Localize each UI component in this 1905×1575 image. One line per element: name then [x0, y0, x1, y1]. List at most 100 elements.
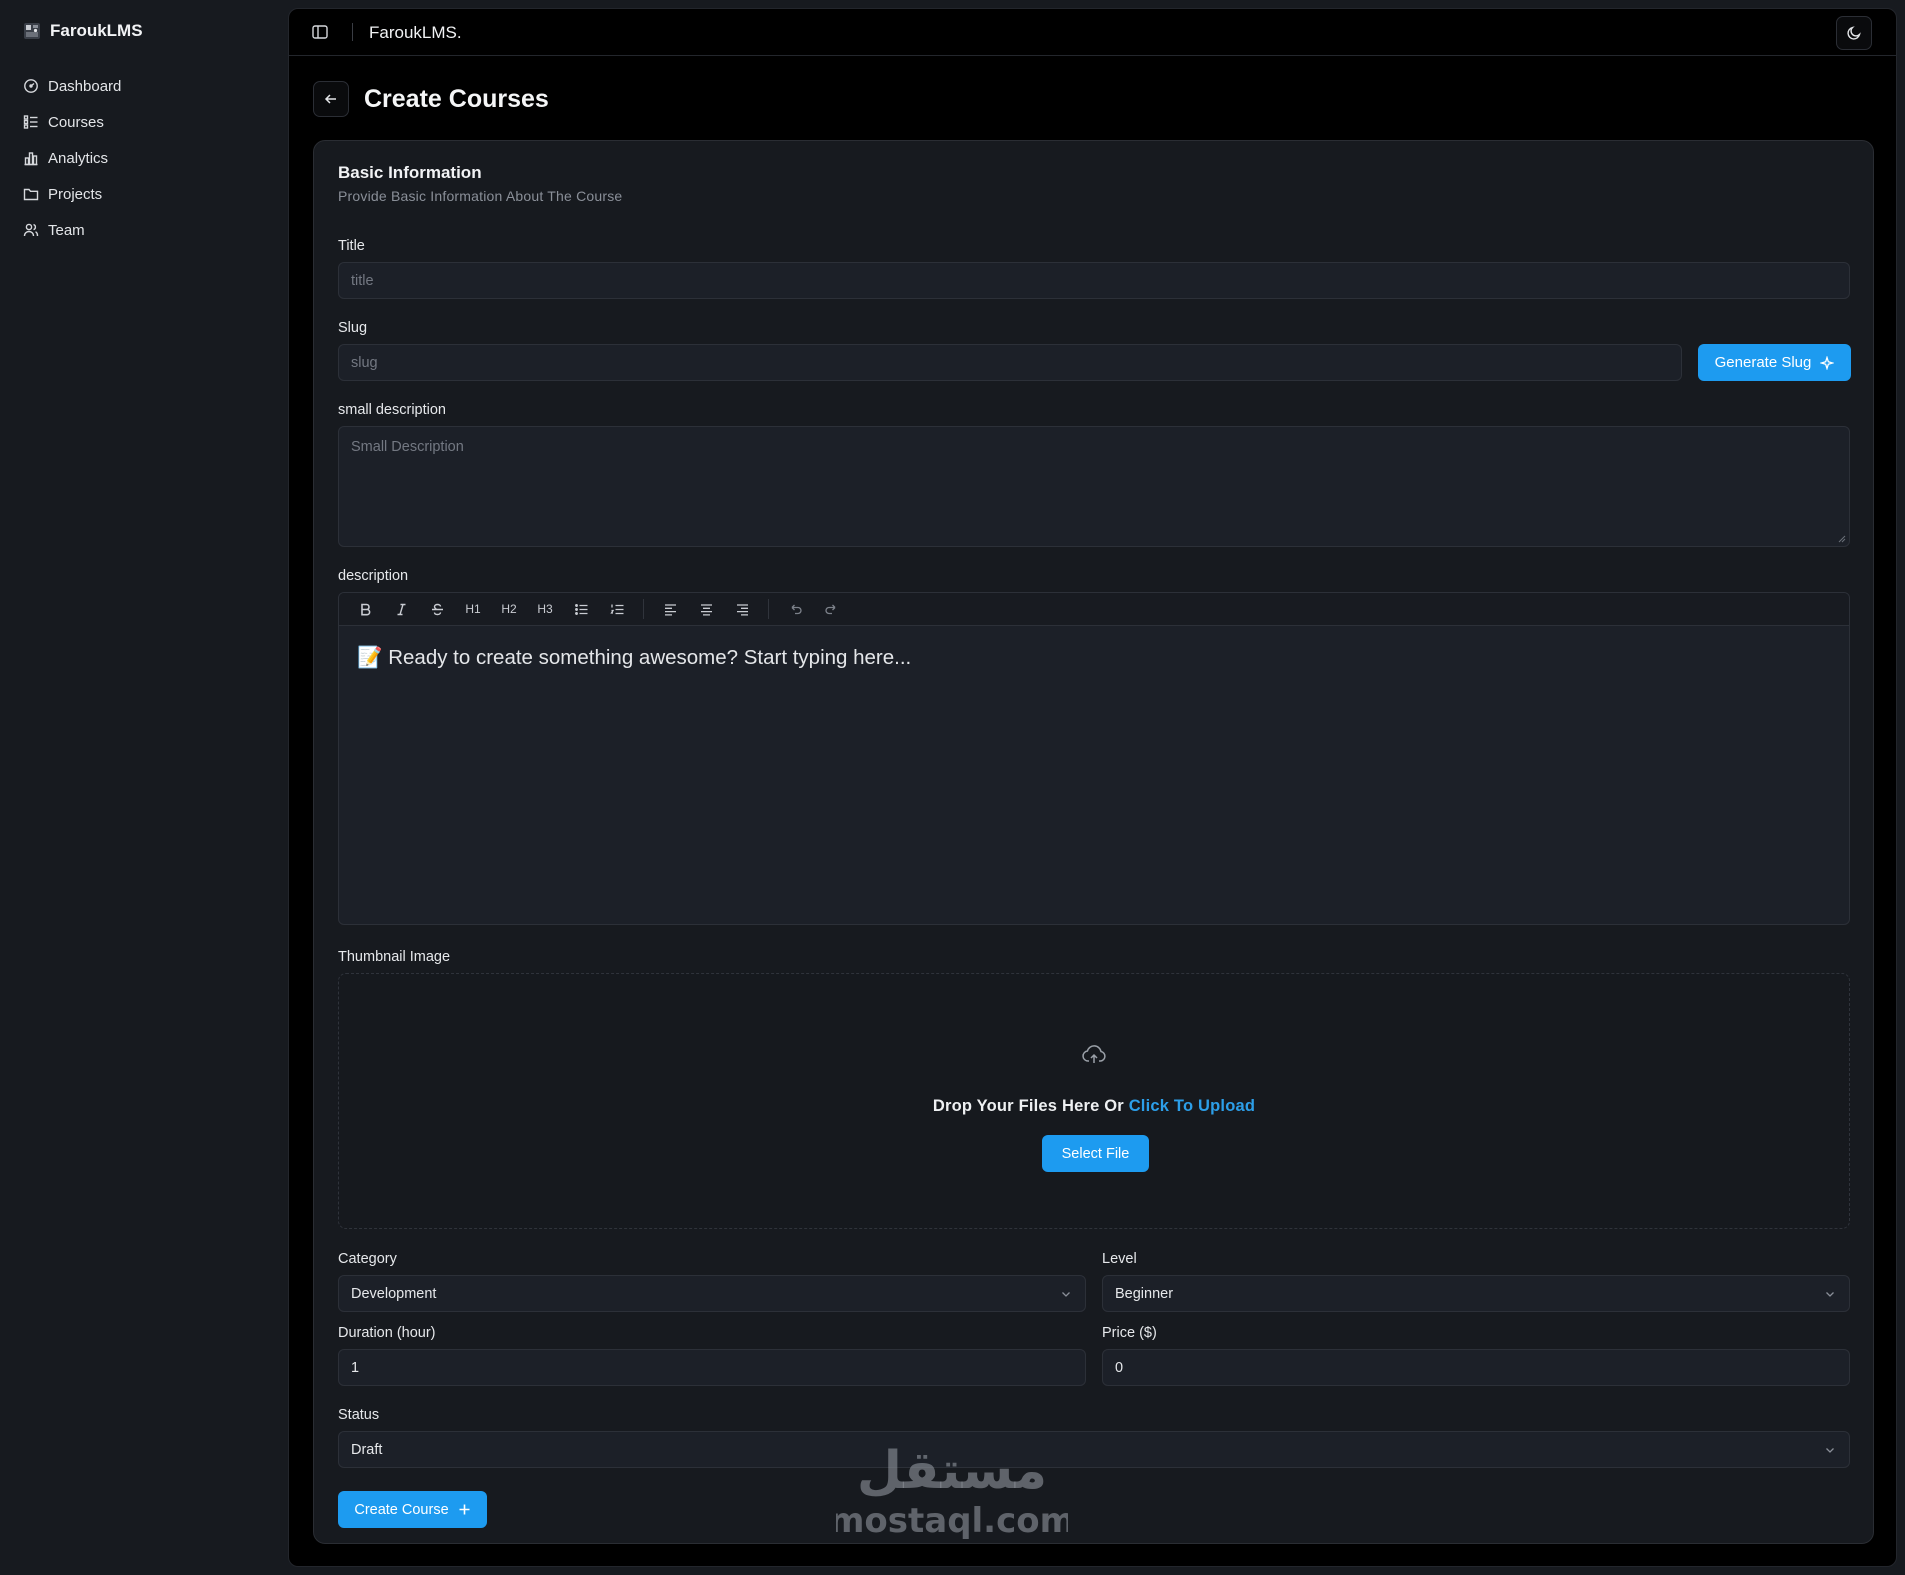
toolbar-divider — [768, 599, 769, 619]
sidebar: FaroukLMS Dashboard Courses Analytics Pr… — [0, 0, 288, 1575]
sidebar-item-dashboard[interactable]: Dashboard — [23, 68, 121, 104]
status-value: Draft — [351, 1441, 383, 1458]
sidebar-item-label: Projects — [48, 185, 103, 203]
align-right-icon — [736, 603, 748, 616]
click-to-upload-link[interactable]: Click To Upload — [1129, 1097, 1255, 1115]
dropzone-text: Drop Your Files Here Or Click To Upload — [339, 1097, 1849, 1116]
category-label: Category — [338, 1251, 397, 1267]
undo-button[interactable] — [777, 596, 813, 622]
chevron-down-icon — [1826, 1291, 1834, 1297]
price-input[interactable]: 0 — [1102, 1349, 1850, 1386]
status-select[interactable]: Draft — [338, 1431, 1850, 1468]
plus-icon — [459, 1504, 470, 1515]
slug-input[interactable]: slug — [338, 344, 1682, 381]
slug-label: Slug — [338, 320, 368, 336]
title-label: Title — [338, 238, 365, 254]
select-file-label: Select File — [1061, 1145, 1130, 1162]
italic-icon — [397, 603, 405, 615]
editor-placeholder: 📝 Ready to create something awesome? Sta… — [357, 646, 912, 669]
page-header: Create Courses — [313, 81, 549, 117]
moon-icon — [1847, 26, 1861, 40]
bold-button[interactable] — [347, 596, 383, 622]
sidebar-item-label: Courses — [48, 113, 104, 131]
heading2-label: H2 — [501, 602, 517, 616]
main-panel: FaroukLMS. Create Courses Basic Informat… — [288, 8, 1897, 1567]
sidebar-item-projects[interactable]: Projects — [23, 176, 121, 212]
heading2-button[interactable]: H2 — [491, 596, 527, 622]
heading1-button[interactable]: H1 — [455, 596, 491, 622]
create-course-label: Create Course — [354, 1501, 449, 1518]
sidebar-item-team[interactable]: Team — [23, 212, 121, 248]
undo-icon — [791, 604, 802, 614]
form-card: Basic Information Provide Basic Informat… — [313, 140, 1874, 1544]
bullet-list-icon — [574, 603, 587, 615]
watermark-arabic: مستقل — [857, 1441, 1047, 1501]
italic-button[interactable] — [383, 596, 419, 622]
topbar-title: FaroukLMS. — [369, 23, 462, 42]
thumbnail-dropzone[interactable]: Drop Your Files Here Or Click To Upload … — [338, 973, 1850, 1229]
bold-icon — [360, 603, 370, 615]
align-right-button[interactable] — [724, 596, 760, 622]
align-left-button[interactable] — [652, 596, 688, 622]
rich-text-editor: H1 H2 H3 📝 Ready to create something awe… — [338, 592, 1850, 925]
users-icon — [23, 223, 39, 237]
topbar: FaroukLMS. — [289, 9, 1896, 56]
category-value: Development — [351, 1285, 437, 1302]
brand-name: FaroukLMS — [50, 21, 143, 40]
thumbnail-label: Thumbnail Image — [338, 949, 451, 965]
level-select[interactable]: Beginner — [1102, 1275, 1850, 1312]
create-course-button[interactable]: Create Course — [338, 1491, 487, 1528]
toolbar-divider — [643, 599, 644, 619]
strikethrough-icon — [431, 603, 443, 615]
strikethrough-button[interactable] — [419, 596, 455, 622]
upload-cloud-icon — [1082, 1045, 1106, 1063]
sidebar-item-analytics[interactable]: Analytics — [23, 140, 121, 176]
arrow-left-icon — [324, 94, 336, 104]
editor-content[interactable]: 📝 Ready to create something awesome? Sta… — [339, 626, 1849, 690]
title-input[interactable]: title — [338, 262, 1850, 299]
chevron-down-icon — [1826, 1447, 1834, 1453]
category-select[interactable]: Development — [338, 1275, 1086, 1312]
description-label: description — [338, 568, 409, 584]
ordered-list-icon — [609, 604, 623, 614]
heading1-label: H1 — [465, 602, 481, 616]
duration-input[interactable]: 1 — [338, 1349, 1086, 1386]
logo-icon — [24, 23, 40, 39]
topbar-divider — [352, 23, 353, 41]
sparkle-icon — [1820, 355, 1835, 370]
back-button[interactable] — [313, 81, 349, 117]
status-label: Status — [338, 1407, 380, 1423]
heading3-button[interactable]: H3 — [527, 596, 563, 622]
redo-icon — [824, 604, 835, 614]
ordered-list-button[interactable] — [599, 596, 635, 622]
select-file-button[interactable]: Select File — [1042, 1135, 1149, 1172]
small-description-textarea[interactable]: Small Description — [338, 426, 1850, 547]
align-center-button[interactable] — [688, 596, 724, 622]
sidebar-nav: Dashboard Courses Analytics Projects Tea… — [23, 68, 121, 248]
sidebar-item-label: Dashboard — [48, 77, 122, 95]
brand[interactable]: FaroukLMS — [23, 19, 143, 43]
folder-icon — [23, 188, 39, 201]
list-icon — [23, 115, 38, 129]
page-title: Create Courses — [364, 84, 549, 113]
bar-chart-icon — [24, 152, 38, 166]
watermark-latin: mostaql.com — [836, 1501, 1068, 1541]
redo-button[interactable] — [813, 596, 849, 622]
generate-slug-button[interactable]: Generate Slug — [1698, 344, 1851, 381]
sidebar-toggle-icon[interactable] — [311, 23, 329, 41]
chevron-down-icon — [1062, 1291, 1070, 1297]
theme-toggle-button[interactable] — [1836, 16, 1872, 50]
drop-instruction: Drop Your Files Here Or — [932, 1097, 1124, 1115]
price-label: Price ($) — [1102, 1325, 1157, 1341]
section-subtitle: Provide Basic Information About The Cour… — [338, 188, 623, 204]
align-center-icon — [700, 603, 712, 616]
generate-slug-label: Generate Slug — [1714, 354, 1812, 371]
heading3-label: H3 — [537, 602, 553, 616]
small-description-placeholder: Small Description — [351, 439, 464, 455]
gauge-icon — [24, 79, 38, 93]
sidebar-item-courses[interactable]: Courses — [23, 104, 121, 140]
duration-label: Duration (hour) — [338, 1325, 436, 1341]
bullet-list-button[interactable] — [563, 596, 599, 622]
resize-grip-icon[interactable] — [1838, 535, 1846, 543]
level-label: Level — [1102, 1251, 1137, 1267]
